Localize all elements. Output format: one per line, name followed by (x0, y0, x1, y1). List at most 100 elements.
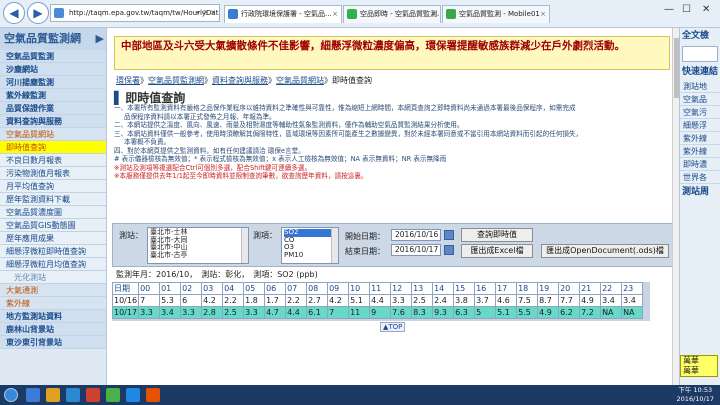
value-cell: NA (621, 306, 644, 319)
breadcrumb-link[interactable]: 空氣品質監測網 (148, 76, 204, 85)
station-area-header: 測站周 (682, 187, 710, 197)
value-cell: 5.3 (159, 294, 182, 307)
sidebar-item[interactable]: 紫外線 (0, 297, 106, 310)
sidebar-item[interactable]: 空氣品質網站 (0, 128, 106, 141)
quick-link[interactable]: 紫外線 (680, 145, 720, 158)
maximize-icon[interactable]: ☐ (682, 4, 691, 15)
column-header: 23 (621, 282, 644, 295)
sidebar-item[interactable]: 品質保證作業 (0, 102, 106, 115)
page-scrollbar[interactable] (672, 28, 679, 385)
sidebar-item[interactable]: 污染物測值月報表 (0, 167, 106, 180)
search-input[interactable] (682, 46, 718, 62)
sidebar-item[interactable]: 東沙東引背景站 (0, 336, 106, 349)
quick-link[interactable]: 空氣品 (680, 93, 720, 106)
sidebar-item[interactable]: 紫外線監測 (0, 89, 106, 102)
quick-link[interactable]: 世界各 (680, 171, 720, 184)
taskbar-app-icon[interactable] (126, 388, 140, 402)
value-cell: 7.7 (558, 294, 581, 307)
browser-tab-3[interactable]: 空氣品質監測 - Mobile01 × (442, 5, 550, 23)
value-cell: 3.4 (600, 294, 623, 307)
scrollbar[interactable] (241, 228, 248, 263)
column-header: 03 (201, 282, 224, 295)
list-option[interactable]: 臺北市-古亭 (150, 251, 246, 260)
taskbar-app-icon[interactable] (26, 388, 40, 402)
row-date-cell: 10/17 (111, 306, 140, 319)
close-icon[interactable]: × (332, 6, 338, 22)
breadcrumb-sep: 》 (140, 76, 148, 85)
close-icon[interactable]: × (431, 6, 437, 22)
value-cell: NA (600, 306, 623, 319)
quick-link[interactable]: 測站地 (680, 80, 720, 93)
taskbar-app-icon[interactable] (46, 388, 60, 402)
value-cell: 9 (369, 306, 392, 319)
column-header: 17 (495, 282, 518, 295)
query-button[interactable]: 查詢即時值 (461, 228, 533, 242)
row-date-cell: 10/16 (111, 294, 140, 307)
value-cell: 3.3 (180, 306, 203, 319)
quick-links-header: 快速連結 (682, 67, 719, 77)
sidebar-item[interactable]: 空氣品質監測 (0, 50, 106, 63)
sidebar-item[interactable]: 不良日數月報表 (0, 154, 106, 167)
end-date-input[interactable]: 2016/10/17 (391, 244, 441, 256)
station-widget[interactable]: 萬華 萬華 (680, 355, 718, 377)
sidebar-item[interactable]: 歷年監測資料下載 (0, 193, 106, 206)
minimize-icon[interactable]: — (664, 4, 674, 15)
quick-link[interactable]: 細懸浮 (680, 119, 720, 132)
table-header-row: 日期 00 01 02 03 04 05 06 07 08 09 10 11 12 13 14 15 16 17 18… (111, 282, 644, 295)
sidebar-item[interactable]: 資料查詢與服務 (0, 115, 106, 128)
station-listbox[interactable]: 臺北市-士林 臺北市-大同 臺北市-中山 臺北市-古亭 (147, 227, 249, 264)
forward-arrow-icon[interactable]: ▶ (27, 2, 49, 24)
calendar-icon[interactable] (444, 245, 454, 255)
start-button[interactable] (4, 388, 18, 402)
column-header: 06 (264, 282, 287, 295)
browser-tab-2[interactable]: 空品即時 - 空氣品質監測... × (343, 5, 441, 23)
taskbar-app-icon[interactable] (106, 388, 120, 402)
sidebar-item[interactable]: 空氣品質GIS動態圖 (0, 219, 106, 232)
sidebar-item[interactable]: 歷年應用成果 (0, 232, 106, 245)
sidebar-item[interactable]: 細懸浮微粒即時值查詢 (0, 245, 106, 258)
start-date-input[interactable]: 2016/10/16 (391, 229, 441, 241)
taskbar-app-icon[interactable] (66, 388, 80, 402)
value-cell: 5.1 (495, 306, 518, 319)
taskbar-app-icon[interactable] (86, 388, 100, 402)
address-controls[interactable]: ▾ ⟳ ✕ (196, 5, 216, 21)
sidebar-item[interactable]: 沙塵網站 (0, 63, 106, 76)
breadcrumb-link[interactable]: 環保署 (116, 76, 140, 85)
calendar-icon[interactable] (444, 230, 454, 240)
quick-link[interactable]: 即時濃 (680, 158, 720, 171)
quick-link[interactable]: 空氣污 (680, 106, 720, 119)
back-arrow-icon[interactable]: ◀ (3, 2, 25, 24)
note-line: 三、本網站資料僅供一般參考，使用時須瞭解其侷限特性，區域環境等因素所可能產生之數… (114, 129, 583, 138)
list-option[interactable]: PM10 (284, 251, 336, 260)
breadcrumb-link[interactable]: 資料查詢與服務 (212, 76, 268, 85)
sidebar-item[interactable]: 月平均值查詢 (0, 180, 106, 193)
sidebar-item[interactable]: 大氣通測 (0, 284, 106, 297)
back-to-top-button[interactable]: ▲TOP (380, 322, 406, 332)
value-cell: 4.4 (285, 306, 308, 319)
close-icon[interactable]: × (540, 6, 546, 22)
column-header: 16 (474, 282, 497, 295)
hourly-data-table: 日期 00 01 02 03 04 05 06 07 08 09 10 11 12 13 14 15 16 17 18… (111, 282, 644, 319)
export-ods-button[interactable]: 匯出成OpenDocument(.ods)檔 (541, 244, 669, 258)
window-close-icon[interactable]: ✕ (702, 4, 710, 15)
breadcrumb-link[interactable]: 空氣品質網站 (276, 76, 324, 85)
system-clock[interactable]: 下午 10:53 2016/10/17 (677, 386, 714, 403)
sidebar-item[interactable]: 空氣品質濃度圖 (0, 206, 106, 219)
sidebar-item[interactable]: 河川揚塵監測 (0, 76, 106, 89)
scrollbar[interactable] (331, 228, 338, 263)
column-header: 10 (348, 282, 371, 295)
taskbar: 下午 10:53 2016/10/17 (0, 385, 720, 405)
column-header: 04 (222, 282, 245, 295)
sidebar-item[interactable]: 鹿林山背景站 (0, 323, 106, 336)
item-listbox[interactable]: SO2 CO O3 PM10 (281, 227, 339, 264)
sidebar-item[interactable]: 即時值查詢 (0, 141, 106, 154)
taskbar-app-icon[interactable] (146, 388, 160, 402)
sidebar-item[interactable]: 細懸浮微粒月均值查詢 (0, 258, 106, 271)
export-excel-button[interactable]: 匯出成Excel檔 (461, 244, 533, 258)
address-bar[interactable]: http://taqm.epa.gov.tw/taqm/tw/HourlyDat… (50, 4, 220, 22)
sidebar-item[interactable]: 光化測站 (0, 271, 106, 284)
browser-tab-1[interactable]: 行政院環境保護署 - 空氣品... × (224, 5, 342, 23)
sidebar-brand[interactable]: 空氣品質監測網 ▶ (0, 28, 106, 50)
sidebar-item[interactable]: 地方監測站資料 (0, 310, 106, 323)
quick-link[interactable]: 紫外線 (680, 132, 720, 145)
